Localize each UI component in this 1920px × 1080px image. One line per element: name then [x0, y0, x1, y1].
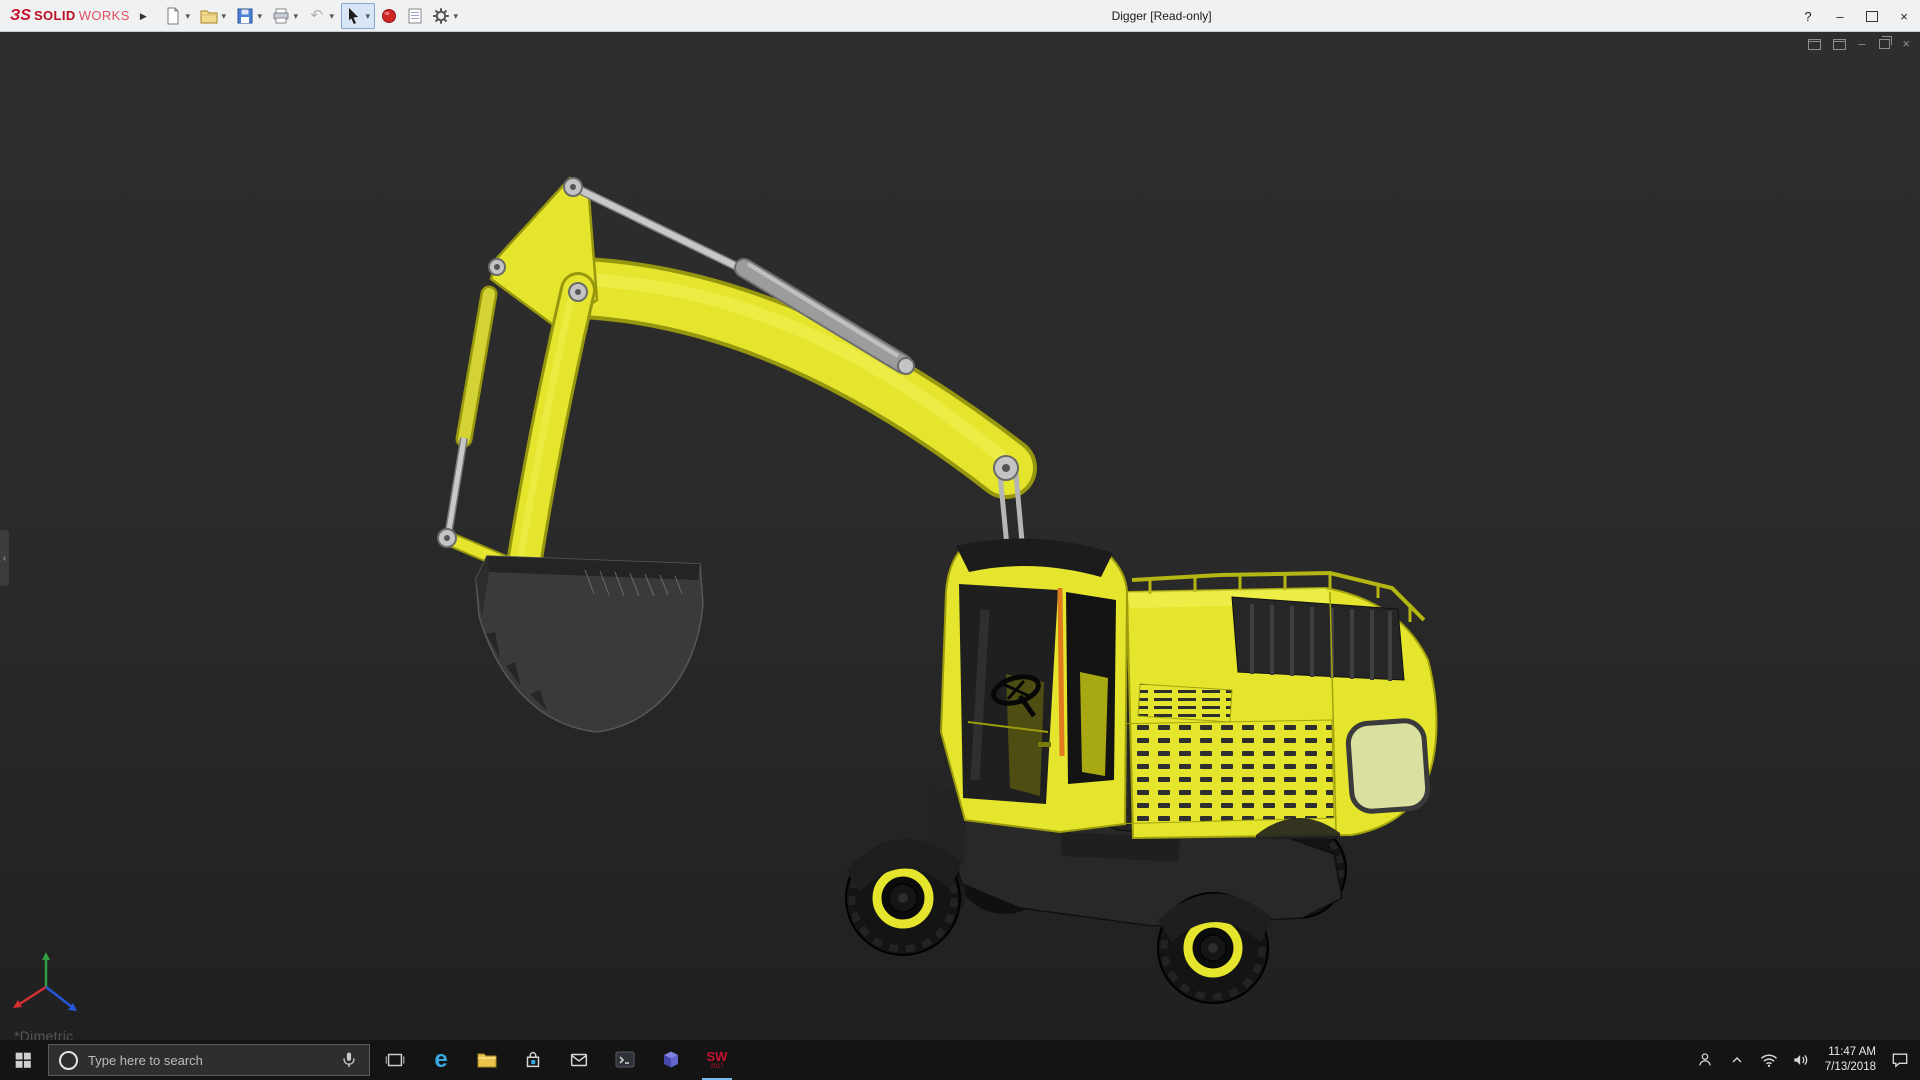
edge-icon: e [434, 1048, 447, 1072]
save-button[interactable]: ▾ [233, 3, 267, 29]
cortana-icon[interactable] [59, 1051, 78, 1070]
brand-works: WORKS [79, 8, 130, 23]
graphics-area[interactable]: – × ‹ *Dimetric [0, 32, 1920, 1040]
menu-flyout-arrow-icon[interactable]: ▶ [140, 11, 147, 22]
solidworks-app-icon: SW 2017 [707, 1050, 728, 1070]
rear-glass-panel [1347, 719, 1429, 812]
volume-button[interactable] [1787, 1040, 1815, 1080]
door-handle [1038, 742, 1051, 747]
cab[interactable] [941, 538, 1127, 832]
doc-restore-icon[interactable] [1879, 39, 1890, 49]
speaker-icon [1791, 1050, 1811, 1070]
microphone-icon[interactable] [339, 1050, 359, 1070]
document-window-controls: – × [1808, 37, 1910, 51]
dropdown-caret[interactable]: ▾ [327, 11, 337, 22]
undo-button[interactable]: ↶ ▾ [305, 3, 339, 29]
dropdown-caret[interactable]: ▾ [183, 11, 193, 22]
quick-toolbar: ▾ ▾ ▾ ▾ ↶ ▾ ▾ [161, 3, 463, 29]
action-center-icon [1890, 1050, 1910, 1070]
side-vent-grille [1106, 720, 1334, 824]
folder-icon [475, 1048, 499, 1072]
taskbar-search[interactable] [48, 1044, 370, 1076]
mail-app-button[interactable] [556, 1040, 602, 1080]
doc-window-icon-a[interactable] [1808, 39, 1821, 50]
new-document-icon [163, 6, 183, 26]
ds-logo-icon: ЗS [10, 7, 31, 25]
tray-overflow-button[interactable] [1723, 1040, 1751, 1080]
system-tray: 11:47 AM 7/13/2018 [1691, 1040, 1920, 1080]
dropdown-caret[interactable]: ▾ [291, 11, 301, 22]
wifi-icon [1759, 1050, 1779, 1070]
save-icon [235, 6, 255, 26]
bucket[interactable] [476, 556, 703, 732]
shopping-bag-icon [522, 1049, 544, 1071]
print-button[interactable]: ▾ [269, 3, 303, 29]
stick-arm[interactable] [520, 290, 578, 570]
clock-time: 11:47 AM [1825, 1045, 1876, 1060]
search-input[interactable] [86, 1052, 331, 1069]
edge-app-button[interactable]: e [418, 1040, 464, 1080]
task-view-icon [384, 1049, 406, 1071]
task-view-button[interactable] [372, 1040, 418, 1080]
help-button[interactable]: ? [1792, 0, 1824, 32]
open-folder-icon [199, 6, 219, 26]
properties-sheet-button[interactable] [403, 3, 427, 29]
cube-icon [659, 1048, 683, 1072]
close-button[interactable]: × [1888, 0, 1920, 32]
dropdown-caret[interactable]: ▾ [255, 11, 265, 22]
file-explorer-button[interactable] [464, 1040, 510, 1080]
clock-date: 7/13/2018 [1825, 1060, 1876, 1075]
solidworks-logo: ЗS SOLIDWORKS [0, 7, 130, 25]
properties-sheet-icon [405, 6, 425, 26]
titlebar: ЗS SOLIDWORKS ▶ ▾ ▾ ▾ ▾ [0, 0, 1920, 32]
select-cursor-icon [343, 6, 363, 26]
orientation-triad[interactable] [13, 952, 77, 1011]
dark-window-icon [613, 1048, 637, 1072]
dropdown-caret[interactable]: ▾ [219, 11, 229, 22]
document-title: Digger [Read-only] [1112, 9, 1212, 23]
solidworks-app-button[interactable]: SW 2017 [694, 1040, 740, 1080]
window-controls: ? – × [1792, 0, 1920, 32]
people-icon [1695, 1050, 1715, 1070]
cube-app-button[interactable] [648, 1040, 694, 1080]
clock[interactable]: 11:47 AM 7/13/2018 [1819, 1045, 1882, 1075]
doc-close-icon[interactable]: × [1902, 37, 1910, 51]
options-button[interactable]: ▾ [429, 3, 463, 29]
gear-icon [431, 6, 451, 26]
dropdown-caret[interactable]: ▾ [451, 11, 461, 22]
appearance-button[interactable] [377, 3, 401, 29]
appearance-icon [379, 6, 399, 26]
dropdown-caret[interactable]: ▾ [363, 11, 373, 22]
store-app-button[interactable] [510, 1040, 556, 1080]
undo-icon: ↶ [307, 6, 327, 26]
doc-window-icon-b[interactable] [1833, 39, 1846, 50]
taskbar: e SW 2 [0, 1040, 1920, 1080]
new-document-button[interactable]: ▾ [161, 3, 195, 29]
cab-orange-strut [1060, 588, 1062, 756]
windows-logo-icon [12, 1049, 34, 1071]
minimize-button[interactable]: – [1824, 0, 1856, 32]
start-button[interactable] [0, 1040, 46, 1080]
open-button[interactable]: ▾ [197, 3, 231, 29]
doc-minimize-icon[interactable]: – [1858, 37, 1865, 51]
brand-solid: SOLID [34, 8, 76, 23]
body-superstructure[interactable] [1106, 573, 1437, 839]
chevron-up-icon [1729, 1052, 1745, 1068]
excavator-model[interactable] [0, 32, 1920, 1040]
select-tool-button[interactable]: ▾ [341, 3, 375, 29]
print-icon [271, 6, 291, 26]
maximize-icon [1866, 11, 1878, 22]
dark-app-button[interactable] [602, 1040, 648, 1080]
envelope-icon [568, 1049, 590, 1071]
maximize-button[interactable] [1856, 0, 1888, 32]
people-button[interactable] [1691, 1040, 1719, 1080]
action-center-button[interactable] [1886, 1040, 1914, 1080]
network-button[interactable] [1755, 1040, 1783, 1080]
seat [1080, 672, 1108, 776]
louvre-grille [1138, 684, 1232, 722]
feature-pane-collapse-tab[interactable]: ‹ [0, 530, 9, 586]
